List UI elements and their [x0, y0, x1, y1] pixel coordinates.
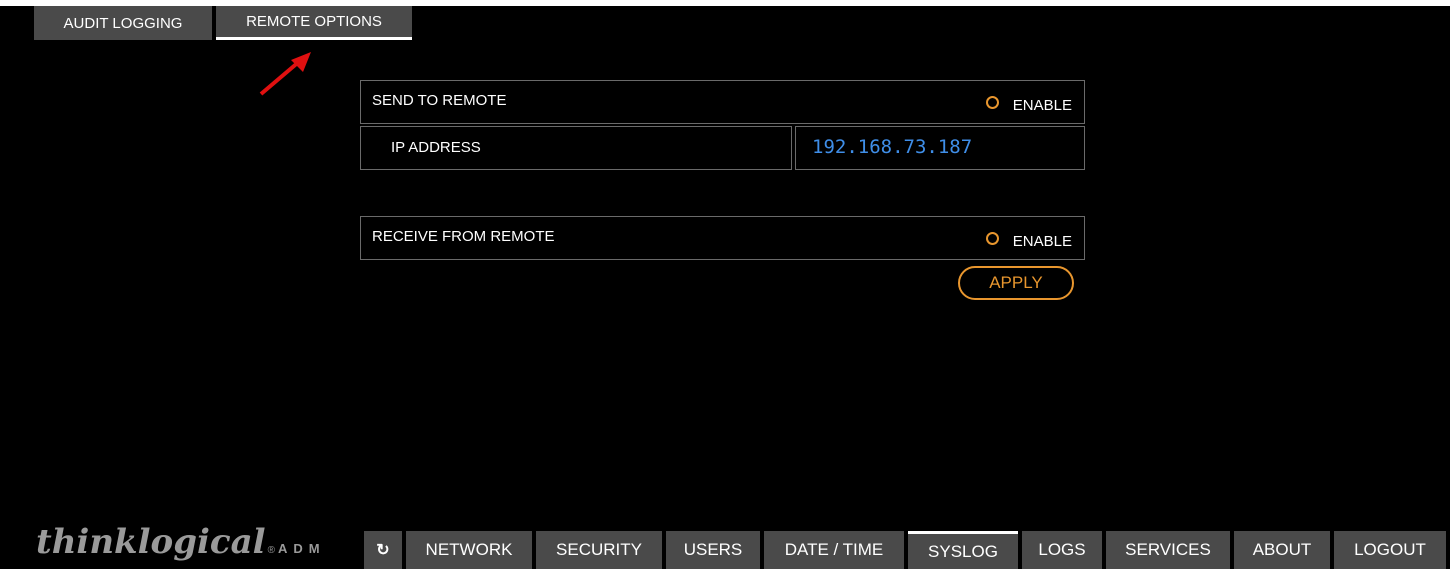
send-to-remote-label: SEND TO REMOTE [372, 92, 507, 109]
nav-logout[interactable]: LOGOUT [1334, 531, 1446, 569]
ip-address-value: 192.168.73.187 [812, 136, 973, 158]
logo-registered-mark: ® [267, 545, 275, 556]
send-enable-label: ENABLE [1012, 96, 1072, 114]
ip-address-label-cell: IP ADDRESS [360, 126, 792, 170]
nav-logs[interactable]: LOGS [1022, 531, 1102, 569]
tab-audit-logging[interactable]: AUDIT LOGGING [34, 6, 212, 40]
ip-address-field[interactable]: 192.168.73.187 [795, 126, 1085, 170]
nav-services[interactable]: SERVICES [1106, 531, 1230, 569]
nav-syslog[interactable]: SYSLOG [908, 531, 1018, 569]
logo-text: thinklogical [36, 522, 266, 562]
receive-from-remote-enable[interactable]: ENABLE [985, 217, 1072, 259]
send-to-remote-row: SEND TO REMOTE ENABLE [360, 80, 1085, 124]
thinklogical-logo: thinklogical ® ADM [36, 522, 326, 562]
apply-button[interactable]: APPLY [958, 266, 1074, 300]
receive-enable-radio[interactable] [985, 231, 999, 245]
nav-users[interactable]: USERS [666, 531, 760, 569]
send-to-remote-enable[interactable]: ENABLE [985, 81, 1072, 123]
nav-network[interactable]: NETWORK [406, 531, 532, 569]
ip-address-label: IP ADDRESS [391, 139, 481, 156]
receive-from-remote-label: RECEIVE FROM REMOTE [372, 228, 555, 245]
receive-enable-label: ENABLE [1012, 232, 1072, 250]
nav-about[interactable]: ABOUT [1234, 531, 1330, 569]
refresh-icon[interactable]: ↻ [364, 531, 402, 569]
logo-sub-text: ADM [277, 541, 326, 556]
send-enable-radio[interactable] [985, 95, 999, 109]
tab-remote-options[interactable]: REMOTE OPTIONS [216, 6, 412, 40]
annotation-arrow-icon [259, 52, 311, 96]
receive-from-remote-row: RECEIVE FROM REMOTE ENABLE [360, 216, 1085, 260]
nav-security[interactable]: SECURITY [536, 531, 662, 569]
nav-date-time[interactable]: DATE / TIME [764, 531, 904, 569]
